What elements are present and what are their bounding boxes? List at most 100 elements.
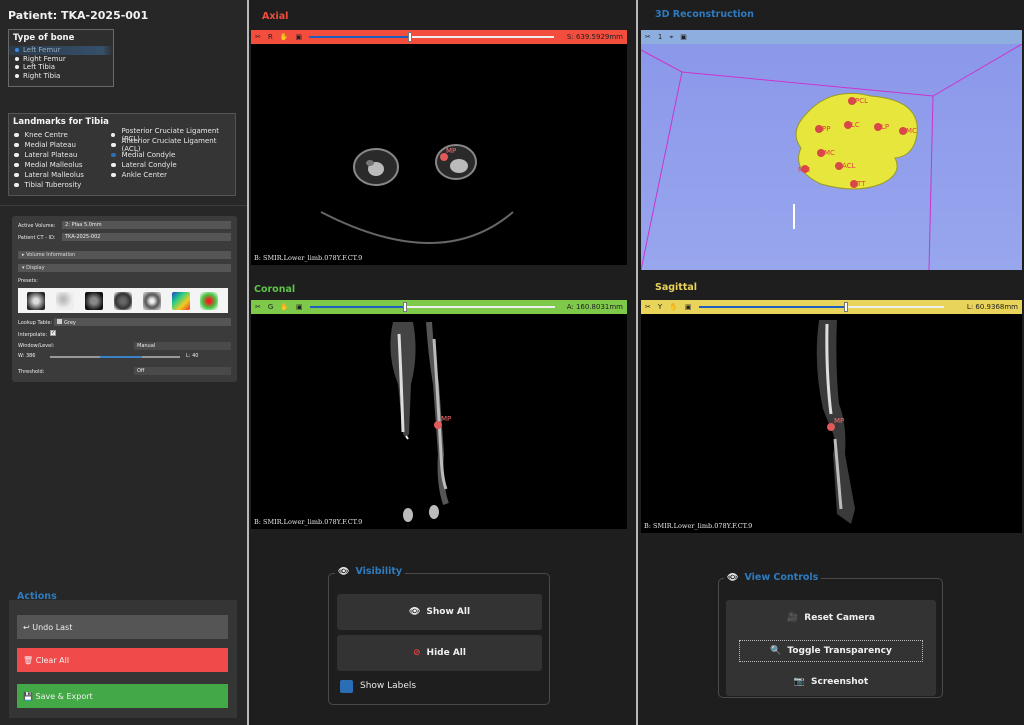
- preset-ct-lung[interactable]: [142, 291, 161, 310]
- landmark-ankle-center[interactable]: Ankle Center: [111, 170, 235, 180]
- level-value[interactable]: L: 40: [186, 353, 198, 359]
- axial-ct-image: MP: [320, 144, 514, 244]
- preset-ct-bone[interactable]: [27, 291, 46, 310]
- link-icon[interactable]: ✋: [280, 33, 289, 41]
- show-labels-checkbox[interactable]: [340, 680, 353, 693]
- radio-dot-icon: [111, 132, 116, 138]
- landmark-lateral-plateau[interactable]: Lateral Plateau: [14, 150, 111, 160]
- patient-ct-field[interactable]: TKA-2025-002: [62, 233, 231, 241]
- eye-icon: 👁: [408, 607, 421, 617]
- pin-icon[interactable]: ✂: [255, 303, 261, 311]
- coronal-slice-slider[interactable]: [309, 302, 555, 312]
- recon-title: 3D Reconstruction: [655, 9, 754, 20]
- bone-type-title: Type of bone: [13, 33, 75, 43]
- toggle-transparency-button[interactable]: 🔍 Toggle Transparency: [739, 640, 923, 662]
- landmark-label: Ankle Center: [121, 171, 167, 179]
- interpolate-checkbox[interactable]: ✓: [50, 330, 56, 336]
- presets-strip: [18, 288, 228, 313]
- landmark-lateral-condyle[interactable]: Lateral Condyle: [111, 160, 235, 170]
- center-view-icon[interactable]: ⌖: [669, 33, 673, 42]
- axial-viewport[interactable]: MP B: SMIR.Lower_limb.078Y.F.CT.9: [251, 44, 627, 265]
- radio-right-tibia[interactable]: Right Tibia: [9, 72, 113, 81]
- pin-icon[interactable]: ✂: [645, 303, 651, 311]
- divider: [0, 205, 247, 206]
- preset-dti[interactable]: [200, 291, 219, 310]
- threshold-label: Threshold:: [18, 369, 45, 375]
- radio-dot-icon: [15, 73, 19, 78]
- landmark-acl[interactable]: Anterior Cruciate Ligament (ACL): [111, 137, 235, 153]
- radio-right-femur[interactable]: Right Femur: [9, 55, 113, 64]
- axial-slice-slider[interactable]: [309, 32, 555, 42]
- preset-pet[interactable]: [171, 291, 190, 310]
- left-panel: Patient: TKA-2025-001 Type of bone Left …: [0, 0, 247, 725]
- coronal-offset-value: A: 160.8031mm: [566, 303, 623, 311]
- radio-dot-icon: [111, 152, 116, 158]
- show-all-button[interactable]: 👁 Show All: [337, 594, 542, 630]
- slider-thumb[interactable]: [403, 302, 408, 312]
- maximize-icon[interactable]: ▣: [680, 33, 687, 41]
- hide-all-button[interactable]: ⊘ Hide All: [337, 635, 542, 671]
- window-level-slider-range[interactable]: [100, 356, 142, 358]
- volume-info-collapsible[interactable]: ▸ Volume Information: [18, 251, 231, 259]
- display-collapsible[interactable]: ▾ Display: [18, 264, 231, 272]
- axial-title: Axial: [262, 11, 289, 22]
- show-labels-label: Show Labels: [360, 681, 417, 691]
- save-export-button[interactable]: 💾 Save & Export: [17, 684, 228, 708]
- radio-dot-icon: [15, 48, 19, 53]
- sagittal-offset-value: L: 60.9368mm: [966, 303, 1018, 311]
- slider-thumb[interactable]: [843, 302, 848, 312]
- preset-ct-brain[interactable]: [85, 291, 104, 310]
- recon-viewport[interactable]: PCL PP LC LP MC MC ACL MM TT: [641, 44, 1022, 270]
- splitter-left[interactable]: [247, 0, 249, 725]
- undo-last-button[interactable]: ↩ Undo Last: [17, 615, 228, 639]
- screenshot-button[interactable]: 📷 Screenshot: [726, 670, 936, 694]
- window-value[interactable]: W: 386: [18, 353, 35, 359]
- axis-label: G: [267, 303, 274, 311]
- landmark-label: Medial Plateau: [24, 141, 76, 149]
- view-number: 1: [657, 33, 663, 41]
- link-icon[interactable]: ✋: [280, 303, 289, 311]
- actions-group: ↩ Undo Last 🗑 Clear All 💾 Save & Export: [9, 600, 237, 718]
- sagittal-viewport[interactable]: MP B: SMIR.Lower_limb.078Y.F.CT.9: [641, 314, 1022, 533]
- landmark-medial-malleolus[interactable]: Medial Malleolus: [14, 160, 111, 170]
- reset-camera-button[interactable]: 🎥 Reset Camera: [726, 606, 936, 630]
- slider-thumb[interactable]: [407, 32, 412, 42]
- radio-left-tibia[interactable]: Left Tibia: [9, 63, 113, 72]
- maximize-icon[interactable]: ▣: [295, 33, 302, 41]
- presets-label: Presets:: [18, 278, 38, 284]
- axial-volume-label: B: SMIR.Lower_limb.078Y.F.CT.9: [254, 254, 363, 262]
- eye-icon: 👁: [338, 566, 350, 577]
- patient-ct-label: Patient CT - ID:: [18, 235, 56, 241]
- preset-ct-abdomen[interactable]: [113, 291, 132, 310]
- sagittal-marker-label: MP: [834, 417, 844, 425]
- window-level-select[interactable]: Manual: [134, 342, 231, 350]
- radio-dot-icon: [14, 182, 19, 188]
- w-label: W:: [18, 353, 25, 359]
- clear-all-button[interactable]: 🗑 Clear All: [17, 648, 228, 672]
- landmark-medial-plateau[interactable]: Medial Plateau: [14, 140, 111, 150]
- bone-type-group: Type of bone Left Femur Right Femur Left…: [8, 29, 114, 87]
- landmark-knee-centre[interactable]: Knee Centre: [14, 130, 111, 140]
- landmark-tibial-tuberosity[interactable]: Tibial Tuberosity: [14, 180, 111, 190]
- recon-landmark-label: LP: [881, 123, 889, 131]
- lookup-table-select[interactable]: Grey: [54, 318, 231, 326]
- active-volume-select[interactable]: 2: Pfaa 5.0mm: [62, 221, 231, 229]
- slider-fill: [309, 36, 410, 38]
- radio-left-femur[interactable]: Left Femur: [9, 46, 113, 55]
- pin-icon[interactable]: ✂: [255, 33, 261, 41]
- threshold-select[interactable]: Off: [134, 367, 231, 375]
- sagittal-slice-slider[interactable]: [698, 302, 944, 312]
- sagittal-slice-bar: ✂ Y ✋ ▣ L: 60.9368mm: [641, 300, 1022, 314]
- splitter-middle[interactable]: [636, 0, 638, 725]
- maximize-icon[interactable]: ▣: [296, 303, 303, 311]
- slider-fill: [309, 306, 406, 308]
- recon-landmark-label: PP: [822, 125, 830, 133]
- preset-ct-air[interactable]: [56, 291, 75, 310]
- pin-icon[interactable]: ✂: [645, 33, 651, 41]
- link-icon[interactable]: ✋: [669, 303, 678, 311]
- maximize-icon[interactable]: ▣: [685, 303, 692, 311]
- toggle-transparency-label: Toggle Transparency: [787, 646, 892, 656]
- coronal-viewport[interactable]: MP B: SMIR.Lower_limb.078Y.F.CT.9: [251, 314, 627, 529]
- landmark-lateral-malleolus[interactable]: Lateral Malleolus: [14, 170, 111, 180]
- radio-dot-icon: [111, 162, 116, 168]
